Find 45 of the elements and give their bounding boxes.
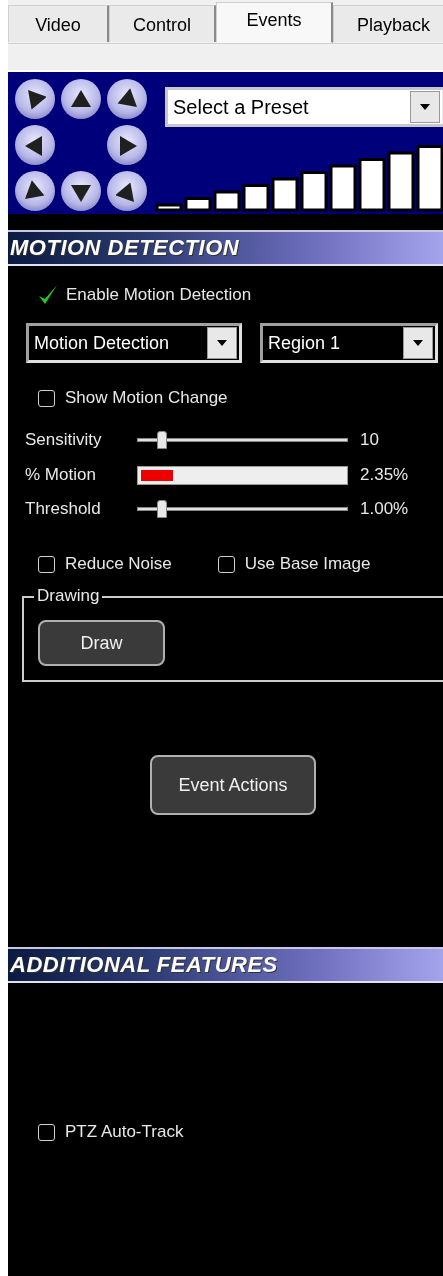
checkbox-label: Reduce Noise <box>65 554 172 574</box>
checkbox-label: Use Base Image <box>244 554 371 574</box>
tab[interactable]: Events <box>216 2 333 43</box>
arrow-button[interactable] <box>15 79 55 119</box>
checkbox-label: Show Motion Change <box>65 388 228 408</box>
arrow-button[interactable] <box>61 79 101 119</box>
dropdown[interactable]: Motion Detection <box>26 323 242 363</box>
event-actions-button[interactable]: Event Actions <box>150 755 316 815</box>
caret-icon[interactable] <box>217 340 227 346</box>
meter-label: Threshold <box>25 499 102 519</box>
tab[interactable]: Control <box>109 5 216 42</box>
checkbox[interactable] <box>217 555 235 573</box>
section-header: MOTION DETECTION <box>8 230 443 266</box>
preset-dropdown[interactable]: Select a Preset <box>165 87 443 127</box>
arrow-button[interactable] <box>107 125 147 165</box>
caret-icon[interactable] <box>420 104 430 110</box>
checkbox[interactable] <box>38 389 55 407</box>
slider-thumb[interactable] <box>157 431 168 449</box>
group-label: Drawing <box>34 586 103 606</box>
meter-label: % Motion <box>25 465 97 485</box>
arrow-button[interactable] <box>15 171 55 211</box>
meter-reading: 10 <box>360 430 379 450</box>
dropdown[interactable]: Region 1 <box>260 323 438 363</box>
triangle-arrow-icon <box>70 88 92 110</box>
meter-reading: 2.35% <box>360 465 409 485</box>
triangle-arrow-icon <box>116 88 138 110</box>
meter-reading: 1.00% <box>360 499 409 519</box>
checkbox[interactable] <box>38 1123 55 1141</box>
draw-button[interactable]: Draw <box>38 620 165 666</box>
checkbox[interactable] <box>38 555 55 573</box>
tab[interactable]: Playback <box>333 5 443 42</box>
meter-label: Sensitivity <box>25 430 103 450</box>
caret-icon[interactable] <box>413 340 423 346</box>
section-header: ADDITIONAL FEATURES <box>8 947 443 983</box>
arrow-button[interactable] <box>61 171 101 211</box>
arrow-button[interactable] <box>107 79 147 119</box>
checkbox-label: PTZ Auto-Track <box>65 1122 184 1142</box>
slider-track[interactable] <box>137 499 348 519</box>
slider-track[interactable] <box>137 430 348 450</box>
slider-thumb[interactable] <box>157 500 168 518</box>
arrow-button[interactable] <box>15 125 55 165</box>
triangle-arrow-icon <box>24 180 46 202</box>
tab[interactable]: Video <box>8 5 109 42</box>
arrow-button[interactable] <box>107 171 147 211</box>
checkbox-label: Enable Motion Detection <box>66 285 252 305</box>
